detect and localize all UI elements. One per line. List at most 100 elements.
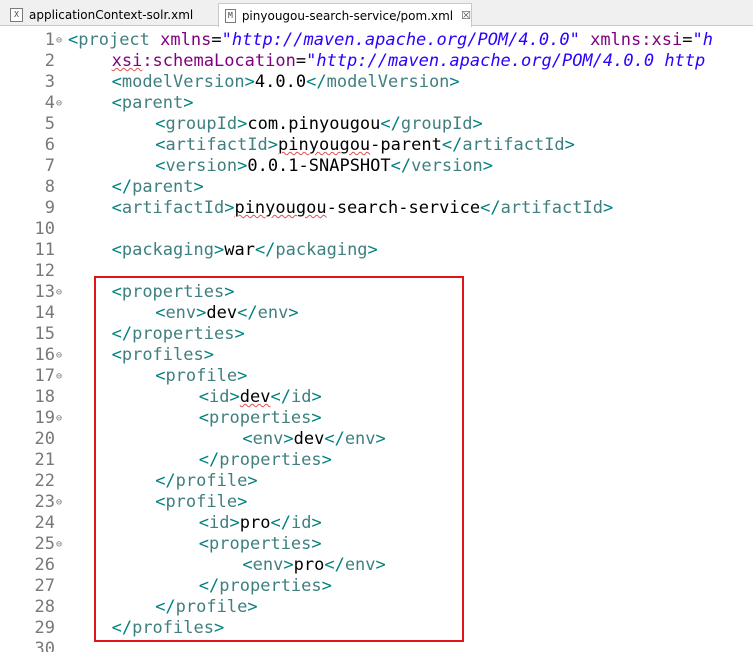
code-token: groupId bbox=[165, 114, 238, 134]
code-line[interactable]: 3 <modelVersion>4.0.0</modelVersion> bbox=[0, 72, 753, 93]
line-number: 25 bbox=[34, 534, 55, 554]
xml-file-icon: X bbox=[10, 7, 23, 22]
code-token: > bbox=[564, 135, 575, 155]
code-line[interactable]: 4 ⊖ <parent> bbox=[0, 93, 753, 114]
code-token: > bbox=[193, 177, 204, 197]
code-token: artifactId bbox=[500, 198, 603, 218]
code-token: < bbox=[111, 240, 122, 260]
line-number: 6 bbox=[44, 135, 55, 155]
code-token: > bbox=[602, 198, 614, 218]
code-line[interactable]: 7 <version>0.0.1-SNAPSHOT</version> bbox=[0, 156, 753, 177]
line-number: 22 bbox=[34, 471, 55, 491]
tab-label: pinyougou-search-service/pom.xml bbox=[241, 8, 454, 23]
code-token: > bbox=[237, 156, 248, 176]
code-token: = bbox=[211, 30, 222, 50]
code-token: modelVersion bbox=[326, 72, 450, 92]
code-token: > bbox=[244, 72, 255, 92]
code-line[interactable]: 11 <packaging>war</packaging> bbox=[0, 240, 753, 261]
code-token: < bbox=[111, 198, 122, 218]
line-number: 7 bbox=[44, 156, 55, 176]
code-text: <packaging>war</packaging> bbox=[112, 240, 378, 261]
code-token: version bbox=[411, 156, 483, 176]
line-number: 5 bbox=[44, 114, 55, 134]
code-line[interactable]: 5 <groupId>com.pinyougou</groupId> bbox=[0, 114, 753, 135]
fold-toggle-icon[interactable]: ⊖ bbox=[56, 492, 65, 513]
line-number: 14 bbox=[34, 303, 55, 323]
line-number: 18 bbox=[34, 387, 55, 407]
line-number: 30 bbox=[34, 639, 55, 652]
line-number: 29 bbox=[34, 618, 55, 638]
code-text: <artifactId>pinyougou-parent</artifactId… bbox=[155, 135, 575, 156]
line-number: 21 bbox=[34, 450, 55, 470]
line-number: 20 bbox=[34, 429, 55, 449]
fold-toggle-icon[interactable]: ⊖ bbox=[56, 366, 65, 387]
fold-toggle-icon[interactable]: ⊖ bbox=[56, 282, 65, 303]
code-token: </ bbox=[254, 240, 276, 260]
fold-toggle-icon[interactable]: ⊖ bbox=[56, 93, 65, 114]
code-line[interactable]: 2 xsi:schemaLocation="http://maven.apache… bbox=[0, 51, 753, 72]
code-token: > bbox=[224, 198, 235, 218]
line-number: 13 bbox=[34, 282, 55, 302]
tab-application-context-solr[interactable]: X applicationContext-solr.xml bbox=[2, 3, 212, 26]
code-text: <project xmlns="http://maven.apache.org/… bbox=[68, 30, 713, 51]
code-line[interactable]: 10 bbox=[0, 219, 753, 240]
code-token: "h bbox=[692, 30, 713, 50]
code-token: groupId bbox=[400, 114, 473, 134]
code-token: com.pinyougou bbox=[247, 114, 381, 134]
line-number: 8 bbox=[44, 177, 55, 197]
code-token: 0.0.1-SNAPSHOT bbox=[247, 156, 391, 176]
code-token: project bbox=[78, 30, 150, 50]
code-token: "http://maven.apache.org/POM/4.0.0 http bbox=[306, 51, 706, 71]
code-token: </ bbox=[111, 177, 133, 197]
code-token: parent bbox=[132, 177, 194, 197]
code-token: artifactId bbox=[462, 135, 565, 155]
code-token: > bbox=[237, 114, 248, 134]
code-token: </ bbox=[441, 135, 463, 155]
fold-toggle-icon[interactable]: ⊖ bbox=[56, 345, 65, 366]
code-text: <modelVersion>4.0.0</modelVersion> bbox=[112, 72, 460, 93]
code-token: = bbox=[682, 30, 693, 50]
code-token: pinyougou bbox=[278, 135, 371, 155]
code-token: = bbox=[295, 51, 307, 71]
code-token: "http://maven.apache.org/POM/4.0.0" bbox=[221, 30, 580, 50]
tab-pom-xml[interactable]: M pinyougou-search-service/pom.xml ☒ bbox=[218, 3, 472, 27]
code-text: </parent> bbox=[112, 177, 204, 198]
code-text: <version>0.0.1-SNAPSHOT</version> bbox=[155, 156, 493, 177]
line-number: 16 bbox=[34, 345, 55, 365]
code-line[interactable]: 8 </parent> bbox=[0, 177, 753, 198]
code-token: 4.0.0 bbox=[254, 72, 307, 92]
line-number: 26 bbox=[34, 555, 55, 575]
code-token: > bbox=[472, 114, 483, 134]
line-number: 9 bbox=[44, 198, 55, 218]
line-number: 17 bbox=[34, 366, 55, 386]
code-line[interactable]: 6 <artifactId>pinyougou-parent</artifactI… bbox=[0, 135, 753, 156]
line-number: 2 bbox=[44, 51, 55, 71]
code-token: < bbox=[155, 156, 166, 176]
editor-tab-bar: X applicationContext-solr.xml M pinyougo… bbox=[0, 0, 753, 27]
line-number: 10 bbox=[34, 219, 55, 239]
code-token: packaging bbox=[275, 240, 368, 260]
code-token: > bbox=[213, 240, 225, 260]
fold-toggle-icon[interactable]: ⊖ bbox=[56, 30, 65, 51]
line-number: 28 bbox=[34, 597, 55, 617]
code-token: < bbox=[68, 30, 79, 50]
maven-pom-file-icon: M bbox=[225, 8, 236, 23]
code-text: <groupId>com.pinyougou</groupId> bbox=[155, 114, 483, 135]
fold-toggle-icon[interactable]: ⊖ bbox=[56, 534, 65, 555]
code-token: parent bbox=[121, 93, 184, 113]
code-text: xsi:schemaLocation="http://maven.apache.… bbox=[112, 51, 706, 72]
code-token: </ bbox=[480, 198, 501, 218]
code-token: < bbox=[155, 135, 166, 155]
code-line[interactable]: 1 ⊖ <project xmlns="http://maven.apache.or… bbox=[0, 30, 753, 51]
code-token: artifactId bbox=[121, 198, 225, 218]
fold-toggle-icon[interactable]: ⊖ bbox=[56, 408, 65, 429]
line-number: 12 bbox=[34, 261, 55, 281]
code-text: <artifactId>pinyougou-search-service</ar… bbox=[112, 198, 614, 219]
close-tab-icon[interactable]: ☒ bbox=[461, 9, 471, 22]
code-line[interactable]: 9 <artifactId>pinyougou-search-service</a… bbox=[0, 198, 753, 219]
code-token: pinyougou bbox=[234, 198, 327, 218]
code-token: xmlns:xsi bbox=[590, 30, 683, 50]
line-number: 3 bbox=[44, 72, 55, 92]
highlight-box bbox=[94, 276, 464, 642]
code-token: :schemaLocation bbox=[142, 51, 296, 71]
